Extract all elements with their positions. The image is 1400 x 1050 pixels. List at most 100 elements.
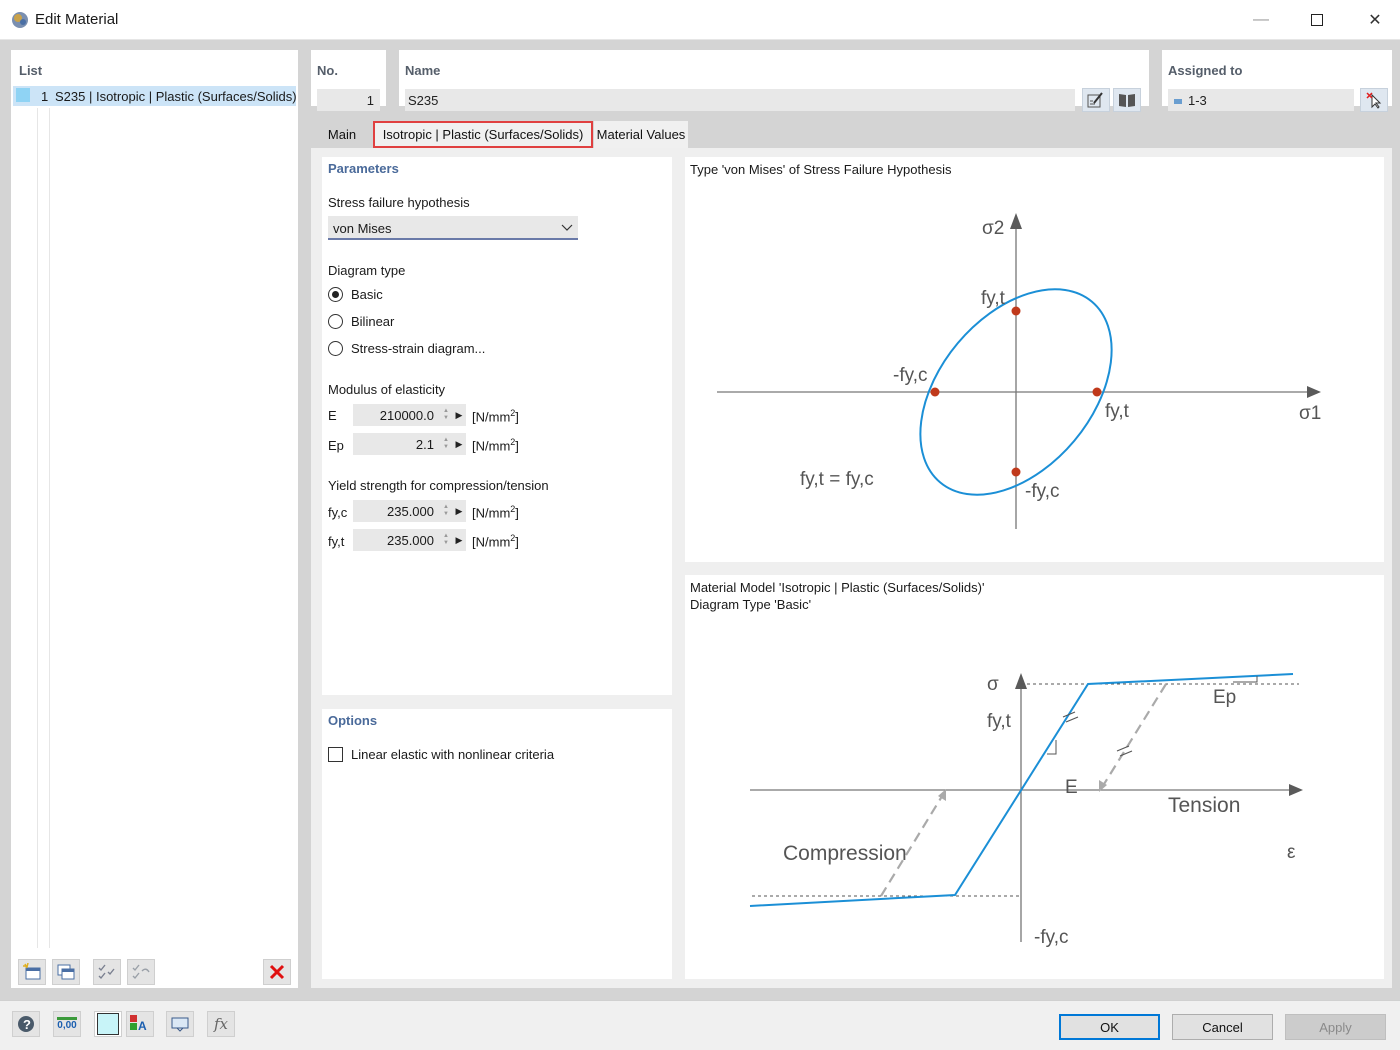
modulus-label: Modulus of elasticity xyxy=(328,382,446,397)
options-title: Options xyxy=(328,713,378,728)
tab-material-values[interactable]: Material Values xyxy=(594,121,688,148)
tab-isotropic-plastic-label: Isotropic | Plastic (Surfaces/Solids) xyxy=(382,127,584,142)
linear-elastic-label: Linear elastic with nonlinear criteria xyxy=(351,747,555,762)
fyc-unit: [N/mm2] xyxy=(472,504,519,521)
diagram-option-stress-strain[interactable]: Stress-strain diagram... xyxy=(328,339,485,357)
e-unit: [N/mm2] xyxy=(472,408,519,425)
delete-button[interactable] xyxy=(263,959,291,985)
number-value: 1 xyxy=(366,93,374,108)
stress-hypothesis-select[interactable]: von Mises xyxy=(328,216,578,240)
library-button[interactable] xyxy=(1113,88,1141,112)
e-value: 210000.0 xyxy=(379,407,434,423)
tension-label: Tension xyxy=(1168,794,1240,817)
spin-arrows-icon[interactable]: ▲ ▼ xyxy=(440,504,452,518)
display-button[interactable] xyxy=(166,1011,194,1037)
number-field[interactable]: 1 xyxy=(317,89,380,111)
radio-stress-strain[interactable] xyxy=(328,340,343,356)
stress-strain-diagram-panel: Material Model 'Isotropic | Plastic (Sur… xyxy=(685,575,1384,979)
assigned-label: Assigned to xyxy=(1168,63,1243,78)
apply-button[interactable]: Apply xyxy=(1285,1014,1386,1040)
fyt-right-label: fy,t xyxy=(1105,401,1130,422)
cancel-button[interactable]: Cancel xyxy=(1172,1014,1273,1040)
cancel-label: Cancel xyxy=(1202,1019,1243,1035)
linear-elastic-option[interactable]: Linear elastic with nonlinear criteria xyxy=(328,747,554,762)
edit-text-icon xyxy=(1087,92,1103,108)
linear-elastic-checkbox[interactable] xyxy=(328,747,343,762)
expand-arrow-icon[interactable]: ▶ xyxy=(452,439,466,450)
close-button[interactable]: ✕ xyxy=(1348,0,1400,40)
compression-label: Compression xyxy=(783,842,907,865)
close-icon: ✕ xyxy=(1368,12,1382,29)
ep-input[interactable]: 2.1 ▲ ▼ ▶ xyxy=(353,433,466,455)
new-material-button[interactable] xyxy=(18,959,46,985)
fyc-input[interactable]: 235.000 ▲ ▼ ▶ xyxy=(353,500,466,522)
spin-arrows-icon[interactable]: ▲ ▼ xyxy=(440,437,452,451)
tab-main[interactable]: Main xyxy=(317,121,367,148)
maximize-button[interactable] xyxy=(1290,0,1344,40)
units-button[interactable]: 0,00 xyxy=(53,1011,81,1037)
epsilon-arrow-icon xyxy=(1289,784,1303,796)
name-panel: Name S235 xyxy=(399,50,1149,112)
app-icon xyxy=(10,10,30,30)
point-fyt-top xyxy=(1011,306,1021,316)
radio-basic[interactable] xyxy=(328,286,343,302)
select-objects-button[interactable] xyxy=(1360,88,1388,112)
list-panel: List 1 S235 | Isotropic | Plastic (Surfa… xyxy=(11,50,298,988)
apply-label: Apply xyxy=(1319,1019,1352,1035)
diagram-option-bilinear[interactable]: Bilinear xyxy=(328,312,394,330)
title-bar: Edit Material — ✕ xyxy=(0,0,1400,40)
sigma-label: σ xyxy=(987,674,999,695)
name-field[interactable]: S235 xyxy=(405,89,1075,111)
spin-arrows-icon[interactable]: ▲ ▼ xyxy=(440,533,452,547)
assigned-field[interactable]: 1-3 xyxy=(1168,89,1354,111)
von-mises-diagram: σ2 σ1 fy,t fy,t -fy,c -fy,c fy,t = fy,c xyxy=(717,213,1321,529)
yield-label: Yield strength for compression/tension xyxy=(328,478,549,493)
tab-main-label: Main xyxy=(327,127,357,142)
check-all-button[interactable] xyxy=(93,959,121,985)
sigma2-label: σ2 xyxy=(982,218,1004,239)
ok-button[interactable]: OK xyxy=(1059,1014,1160,1040)
uncheck-all-button[interactable] xyxy=(127,959,155,985)
expand-arrow-icon[interactable]: ▶ xyxy=(452,535,466,546)
tree-guide xyxy=(37,108,38,948)
tab-isotropic-plastic[interactable]: Isotropic | Plastic (Surfaces/Solids) xyxy=(373,121,593,148)
neg-fyc-left-label: -fy,c xyxy=(893,365,927,386)
fyt-unit: [N/mm2] xyxy=(472,533,519,550)
checklist-icon xyxy=(98,964,115,980)
e-slope-label: E xyxy=(1065,777,1078,798)
radio-bilinear[interactable] xyxy=(328,313,343,329)
formula-button[interactable]: fx xyxy=(207,1011,235,1037)
list-item-number: 1 xyxy=(41,89,49,104)
minimize-button[interactable]: — xyxy=(1234,0,1288,40)
sigma1-arrow-icon xyxy=(1307,386,1321,398)
unload-tick-marks xyxy=(1116,745,1133,757)
copy-icon xyxy=(57,964,75,980)
e-input[interactable]: 210000.0 ▲ ▼ ▶ xyxy=(353,404,466,426)
copy-material-button[interactable] xyxy=(52,959,80,985)
ep-label: Ep xyxy=(328,438,344,453)
diagram-option-basic[interactable]: Basic xyxy=(328,285,383,303)
point-fyc-left xyxy=(930,387,940,397)
book-icon xyxy=(1119,94,1135,107)
text-color-button[interactable]: A xyxy=(126,1011,154,1037)
point-fyc-bottom xyxy=(1011,467,1021,477)
pick-cursor-icon xyxy=(1366,92,1382,109)
radio-bilinear-label: Bilinear xyxy=(351,313,395,329)
expand-arrow-icon[interactable]: ▶ xyxy=(452,506,466,517)
fyt-input[interactable]: 235.000 ▲ ▼ ▶ xyxy=(353,529,466,551)
tab-material-values-label: Material Values xyxy=(596,127,686,142)
ep-value: 2.1 xyxy=(415,436,434,452)
tab-strip: Main Isotropic | Plastic (Surfaces/Solid… xyxy=(311,121,1392,149)
help-icon: ? xyxy=(18,1016,34,1032)
spin-arrows-icon[interactable]: ▲ ▼ xyxy=(440,408,452,422)
list-item-label: S235 | Isotropic | Plastic (Surfaces/Sol… xyxy=(55,89,297,104)
name-label: Name xyxy=(405,63,441,78)
expand-arrow-icon[interactable]: ▶ xyxy=(452,410,466,421)
help-button[interactable]: ? xyxy=(12,1011,40,1037)
edit-name-button[interactable] xyxy=(1082,88,1110,112)
function-icon: fx xyxy=(213,1015,228,1033)
color-button[interactable] xyxy=(94,1011,122,1037)
stress-hypothesis-label: Stress failure hypothesis xyxy=(328,195,470,210)
list-item[interactable]: 1 S235 | Isotropic | Plastic (Surfaces/S… xyxy=(13,86,297,106)
chevron-down-icon xyxy=(561,224,573,231)
